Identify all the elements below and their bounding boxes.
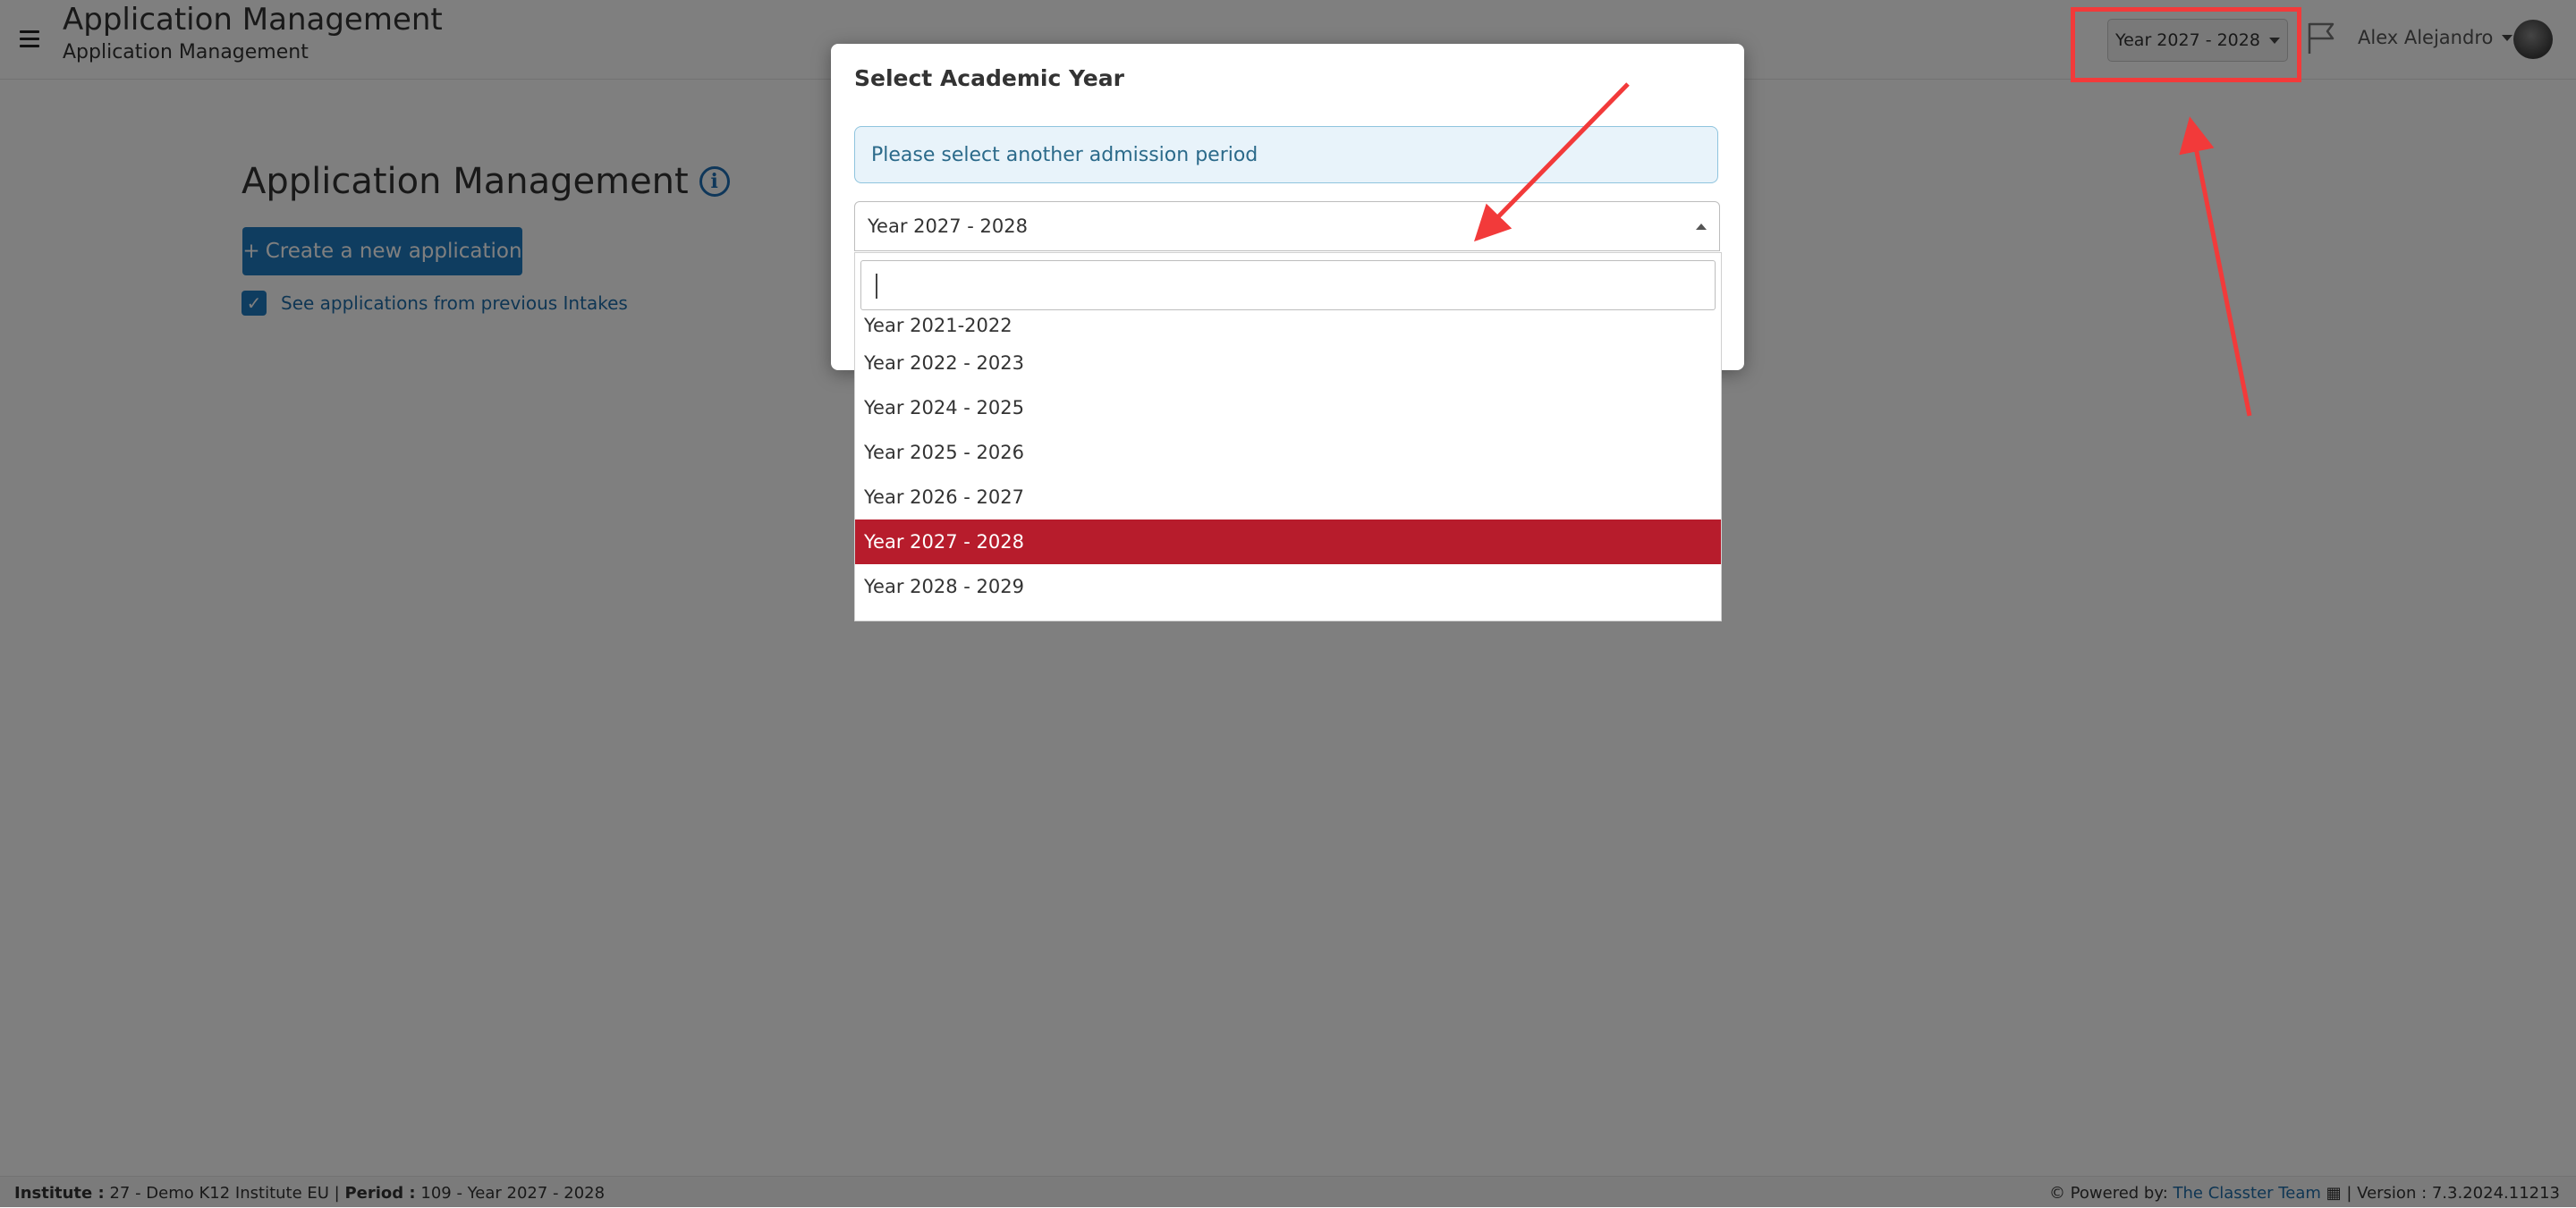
text-cursor bbox=[876, 274, 877, 299]
academic-year-dropdown: Year 2021-2022 Year 2022 - 2023 Year 2024 … bbox=[854, 252, 1722, 621]
dropdown-search[interactable] bbox=[860, 260, 1716, 310]
caret-up-icon bbox=[1696, 224, 1707, 230]
dropdown-option[interactable]: Year 2027 - 2028 bbox=[855, 520, 1721, 564]
modal-title: Select Academic Year bbox=[854, 65, 1124, 91]
annotation-highlight-box bbox=[2071, 7, 2301, 82]
dropdown-options: Year 2021-2022 Year 2022 - 2023 Year 2024 … bbox=[855, 314, 1721, 609]
dropdown-option[interactable]: Year 2025 - 2026 bbox=[855, 430, 1721, 475]
academic-year-select-value: Year 2027 - 2028 bbox=[868, 215, 1028, 237]
info-alert: Please select another admission period bbox=[854, 126, 1718, 183]
academic-year-select[interactable]: Year 2027 - 2028 bbox=[854, 201, 1720, 251]
info-alert-text: Please select another admission period bbox=[871, 143, 1258, 166]
dropdown-option[interactable]: Year 2021-2022 bbox=[855, 314, 1721, 341]
dropdown-option[interactable]: Year 2024 - 2025 bbox=[855, 385, 1721, 430]
dropdown-option[interactable]: Year 2028 - 2029 bbox=[855, 564, 1721, 609]
dropdown-search-input[interactable] bbox=[861, 261, 1715, 309]
dropdown-option[interactable]: Year 2026 - 2027 bbox=[855, 475, 1721, 520]
dropdown-option[interactable]: Year 2022 - 2023 bbox=[855, 341, 1721, 385]
